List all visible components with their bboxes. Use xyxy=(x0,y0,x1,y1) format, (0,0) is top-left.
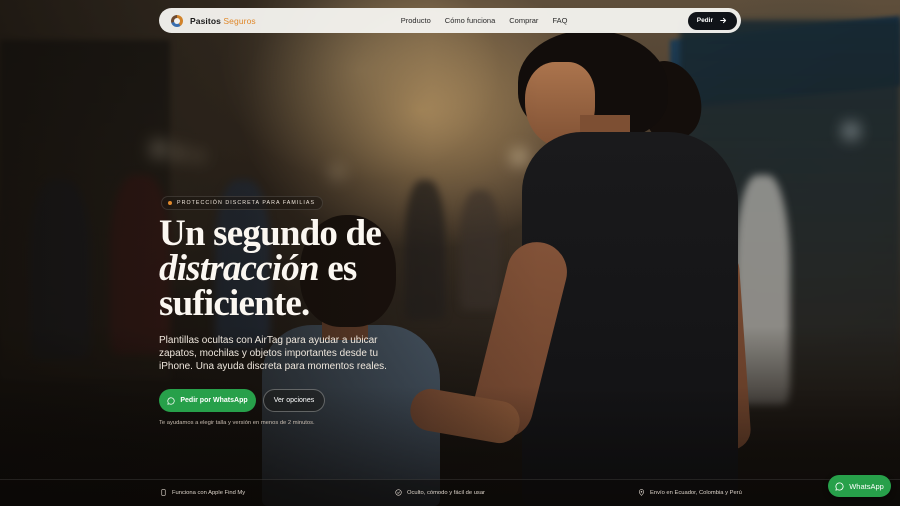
hero-helper-text: Te ayudamos a elegir talla y versión en … xyxy=(159,420,315,426)
nav-link-producto[interactable]: Producto xyxy=(401,16,431,25)
nav-link-faq[interactable]: FAQ xyxy=(552,16,567,25)
whatsapp-icon xyxy=(167,396,175,405)
headline-line-2: distracción es xyxy=(159,248,459,289)
hero-eyebrow-badge: PROTECCIÓN DISCRETA PARA FAMILIAS xyxy=(161,196,324,210)
phone-icon xyxy=(161,489,166,496)
brand-name: Pasitos Seguros xyxy=(190,15,256,26)
eyebrow-dot-icon xyxy=(168,201,172,205)
feature-hidden-label: Oculto, cómodo y fácil de usar xyxy=(407,489,485,496)
order-whatsapp-button[interactable]: Pedir por WhatsApp xyxy=(159,389,256,412)
nav-order-button[interactable]: Pedir xyxy=(687,11,737,30)
floating-whatsapp-label: WhatsApp xyxy=(849,481,884,491)
location-pin-icon xyxy=(638,489,645,496)
brand-logo-link[interactable]: Pasitos Seguros xyxy=(171,14,256,27)
feature-find-my-label: Funciona con Apple Find My xyxy=(172,489,246,496)
nav-links: Producto Cómo funciona Comprar FAQ xyxy=(401,16,568,25)
eyebrow-text: PROTECCIÓN DISCRETA PARA FAMILIAS xyxy=(177,200,316,206)
order-whatsapp-label: Pedir por WhatsApp xyxy=(180,397,248,404)
arrow-right-icon xyxy=(720,17,727,24)
hero-headline: Un segundo de distracción es suficiente. xyxy=(159,213,459,324)
view-options-button[interactable]: Ver opciones xyxy=(263,389,325,412)
feature-hidden: Oculto, cómodo y fácil de usar xyxy=(395,489,485,496)
headline-line-2-rest: es xyxy=(318,248,357,289)
whatsapp-icon xyxy=(835,481,844,491)
headline-line-3: suficiente. xyxy=(159,283,310,324)
nav-link-como-funciona[interactable]: Cómo funciona xyxy=(445,16,495,25)
brand-logo-icon xyxy=(171,14,183,27)
hero-subtitle: Plantillas ocultas con AirTag para ayuda… xyxy=(159,335,387,373)
nav-link-comprar[interactable]: Comprar xyxy=(509,16,538,25)
floating-whatsapp-button[interactable]: WhatsApp xyxy=(828,475,891,497)
feature-find-my: Funciona con Apple Find My xyxy=(160,489,245,496)
feature-shipping-label: Envío en Ecuador, Colombia y Perú xyxy=(650,489,742,496)
nav-order-label: Pedir xyxy=(696,17,713,24)
feature-shipping: Envío en Ecuador, Colombia y Perú xyxy=(638,489,742,496)
check-circle-icon xyxy=(395,489,402,496)
top-navbar: Pasitos Seguros Producto Cómo funciona C… xyxy=(159,8,741,33)
headline-line-1: Un segundo de xyxy=(159,213,382,254)
